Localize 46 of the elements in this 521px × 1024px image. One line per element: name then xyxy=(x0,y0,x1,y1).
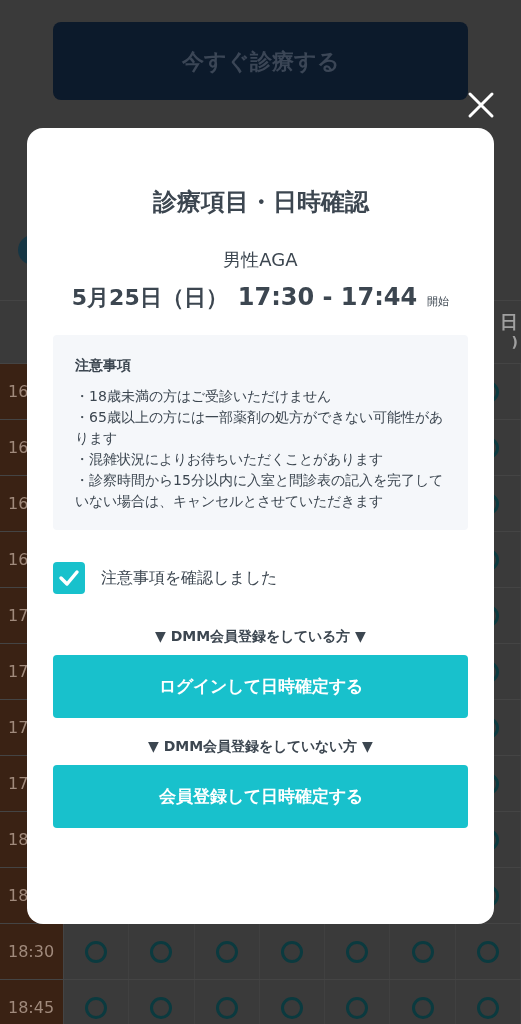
time-label: 18 xyxy=(8,828,29,851)
available-icon xyxy=(150,996,173,1019)
menu-name: 男性AGA xyxy=(223,248,298,272)
time-label: 18:30 xyxy=(8,940,55,963)
day-subheader: ) xyxy=(511,333,518,351)
time-label: 18:45 xyxy=(8,996,55,1019)
time-label: 16 xyxy=(8,380,29,403)
confirm-checkbox[interactable] xyxy=(53,562,85,594)
check-icon xyxy=(58,567,80,589)
time-label: 17 xyxy=(8,772,29,795)
time-label: 16 xyxy=(8,492,29,515)
notice-heading: 注意事項 xyxy=(75,356,132,375)
available-icon xyxy=(281,996,303,1019)
available-icon xyxy=(411,940,434,963)
available-icon xyxy=(281,940,303,963)
available-icon xyxy=(85,940,108,963)
section-heading: ▼ DMM会員登録をしていない方 ▼ xyxy=(148,737,373,756)
available-icon xyxy=(215,996,238,1019)
notice-text: ・18歳未満の方はご受診いただけません xyxy=(75,387,332,406)
available-icon xyxy=(411,996,434,1019)
available-icon xyxy=(476,996,499,1019)
time-label: 17 xyxy=(8,716,29,739)
time-label: 16 xyxy=(8,548,29,571)
modal-title: 診療項目・日時確認 xyxy=(152,187,369,218)
appointment-date: 5月25日（日） xyxy=(71,284,228,312)
start-label: 開始 xyxy=(427,294,450,310)
appointment-time: 17:30 - 17:44 xyxy=(237,282,418,313)
available-icon xyxy=(215,940,238,963)
time-label: 17 xyxy=(8,660,29,683)
time-label: 16 xyxy=(8,436,29,459)
notice-text: ・診察時間から15分以内に入室と問診表の記入を完了していない場合は、キャンセルとさせていただきます xyxy=(75,471,444,511)
close-icon[interactable] xyxy=(467,91,495,119)
confirm-button[interactable]: 会員登録して日時確定する xyxy=(53,765,468,828)
confirm-button[interactable]: ログインして日時確定する xyxy=(53,655,468,718)
time-label: 18 xyxy=(8,884,29,907)
available-icon xyxy=(346,940,369,963)
available-icon xyxy=(85,996,108,1019)
notice-text: ・混雑状況によりお待ちいただくことがあります xyxy=(75,450,384,469)
confirm-label: 注意事項を確認しました xyxy=(101,567,277,589)
available-icon xyxy=(476,940,499,963)
time-label: 17 xyxy=(8,604,29,627)
available-icon xyxy=(150,940,173,963)
notice-text: ・65歳以上の方には一部薬剤の処方ができない可能性があります xyxy=(75,408,444,448)
available-icon xyxy=(346,996,369,1019)
day-header: 日 xyxy=(500,311,518,334)
section-heading: ▼ DMM会員登録をしている方 ▼ xyxy=(155,627,366,646)
